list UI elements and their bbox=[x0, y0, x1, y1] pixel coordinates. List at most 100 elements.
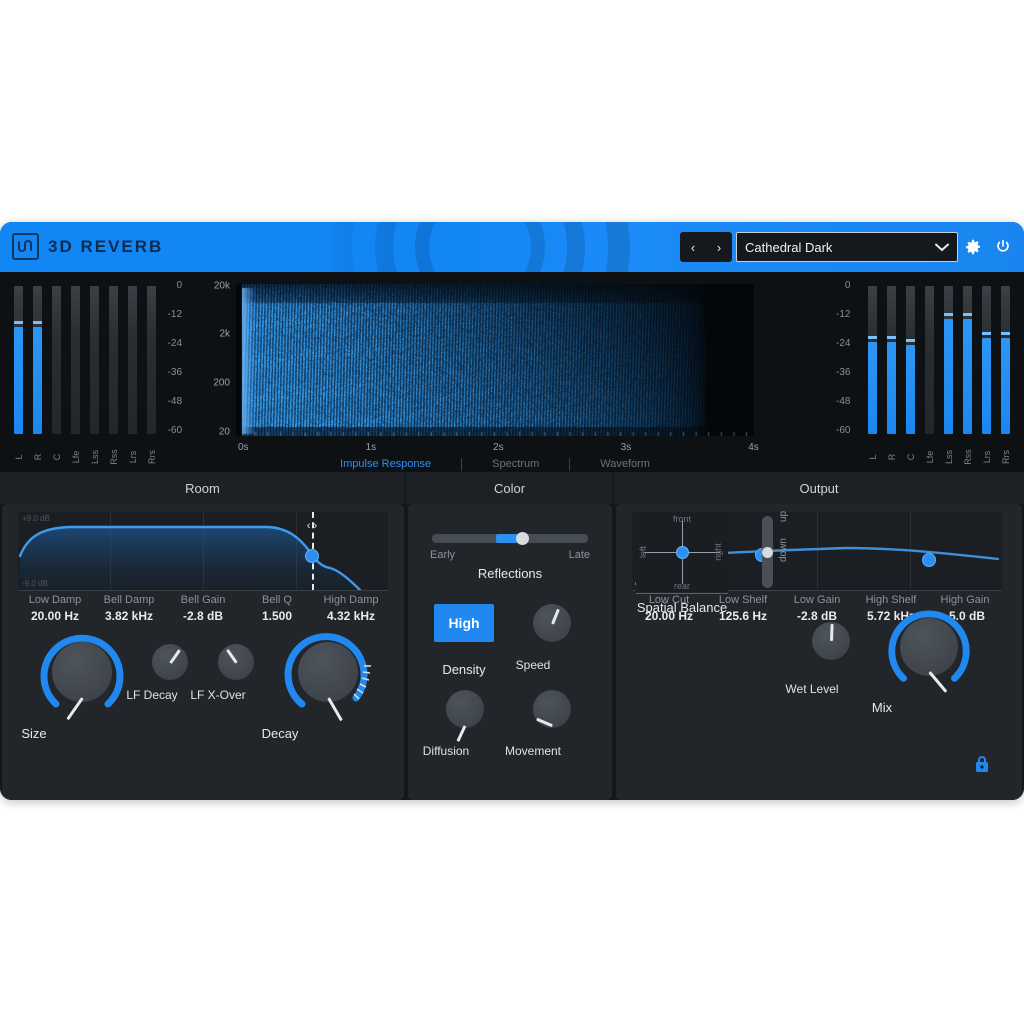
meter-channel-label: Rrs bbox=[1000, 450, 1011, 464]
db-tick-label: -36 bbox=[167, 367, 182, 378]
meter-channel-label: Lss bbox=[943, 449, 954, 465]
mix-knob-dial[interactable] bbox=[900, 618, 958, 676]
db-tick-label: -12 bbox=[836, 309, 851, 320]
db-tick-label: -60 bbox=[167, 425, 182, 436]
decay-knob-dial[interactable] bbox=[298, 642, 358, 702]
db-tick-label: -36 bbox=[836, 367, 851, 378]
knob-label-movement: Movement bbox=[504, 744, 562, 758]
meter-peak-indicator bbox=[906, 339, 915, 343]
input-meters: L R C Lfe Lss Rss Lrs Rrs 0 -12 -24 -36 -48 -60 bbox=[0, 272, 200, 472]
room-eq-arrows[interactable]: ‹ › bbox=[307, 520, 317, 532]
eq-param[interactable]: Bell Gain -2.8 dB bbox=[166, 594, 240, 623]
preset-prev-button[interactable]: ‹ bbox=[680, 232, 706, 262]
eq-param[interactable]: High Damp 4.32 kHz bbox=[314, 594, 388, 623]
height-slider-thumb[interactable] bbox=[762, 547, 773, 558]
density-label: Density bbox=[442, 662, 486, 677]
meter-bar: Lrs bbox=[128, 286, 138, 463]
impulse-response-display[interactable]: 20k 2k 200 20 0s 1s 2s 3s 4s Impulse Response Sp… bbox=[200, 272, 824, 472]
meter-bar-fill bbox=[868, 342, 877, 434]
tab-waveform[interactable]: Waveform bbox=[570, 458, 680, 470]
meter-bar-track bbox=[128, 286, 137, 434]
preset-next-button[interactable]: › bbox=[706, 232, 732, 262]
spatial-balance-dot[interactable] bbox=[675, 545, 689, 559]
spatial-balance-label: Spatial Balance bbox=[636, 600, 728, 615]
eq-param-name: High Damp bbox=[323, 594, 379, 606]
height-up-label: up bbox=[778, 510, 789, 522]
eq-param-value[interactable]: -2.8 dB bbox=[780, 609, 854, 623]
spectrogram-plot bbox=[236, 284, 754, 436]
eq-param-value[interactable]: 4.32 kHz bbox=[314, 609, 388, 623]
meter-channel-label: Lfe bbox=[924, 450, 935, 464]
meter-bar-fill bbox=[982, 337, 991, 434]
chevron-down-icon bbox=[935, 240, 949, 255]
knob-label-speed: Speed bbox=[515, 658, 551, 672]
eq-param-name: Low Gain bbox=[793, 594, 841, 606]
meter-bar: R bbox=[33, 286, 43, 460]
meter-bar-fill bbox=[963, 318, 972, 434]
meter-channel-label: L bbox=[13, 454, 24, 460]
frequency-axis: 20k 2k 200 20 bbox=[200, 281, 234, 438]
room-eq-params: Low Damp 20.00 Hz Bell Damp 3.82 kHz Bell Ga… bbox=[18, 594, 388, 623]
db-tick-label: -48 bbox=[836, 396, 851, 407]
power-icon[interactable] bbox=[988, 232, 1018, 262]
size-knob-dial[interactable] bbox=[52, 642, 112, 702]
meter-peak-indicator bbox=[868, 336, 877, 340]
eq-param-value[interactable]: 3.82 kHz bbox=[92, 609, 166, 623]
tab-spectrum[interactable]: Spectrum bbox=[462, 458, 569, 470]
spatial-balance-pad[interactable]: front rear left right bbox=[636, 512, 728, 592]
header-ring-decoration bbox=[415, 222, 545, 272]
spatial-front-label: front bbox=[672, 514, 692, 524]
output-panel: ‹ › +18.0 dB -18.0 dB Low Cut20.00 HzLow… bbox=[616, 504, 1022, 800]
gear-icon[interactable] bbox=[958, 232, 988, 262]
db-tick-label: 0 bbox=[844, 280, 851, 291]
tab-impulse-response[interactable]: Impulse Response bbox=[310, 458, 461, 470]
eq-param-value[interactable]: 1.500 bbox=[240, 609, 314, 623]
preset-select[interactable]: Cathedral Dark bbox=[736, 232, 958, 262]
movement-knob-dial[interactable] bbox=[533, 690, 571, 728]
room-eq-curve bbox=[18, 525, 362, 590]
meter-channel-label: R bbox=[886, 453, 897, 461]
plugin-window: 3D REVERB ‹ › Cathedral Dark L R C Lfe L… bbox=[0, 222, 1024, 800]
knob-label-wet-level: Wet Level bbox=[785, 682, 839, 696]
frequency-tick-label: 20 bbox=[218, 426, 230, 438]
eq-param-value[interactable]: -2.8 dB bbox=[166, 609, 240, 623]
meter-bar-track bbox=[147, 286, 156, 434]
meter-bar: Lrs bbox=[982, 286, 992, 463]
spatial-left-label: left bbox=[638, 545, 649, 559]
meter-bar-fill bbox=[1001, 337, 1010, 434]
eq-param[interactable]: Bell Q 1.500 bbox=[240, 594, 314, 623]
meter-bar-track bbox=[52, 286, 61, 434]
db-tick-label: -24 bbox=[836, 338, 851, 349]
lock-icon[interactable] bbox=[974, 755, 990, 778]
meter-peak-indicator bbox=[887, 336, 896, 340]
room-eq-handle[interactable] bbox=[305, 549, 319, 563]
eq-param-value[interactable]: 20.00 Hz bbox=[18, 609, 92, 623]
time-tick-label: 1s bbox=[365, 442, 377, 453]
reflections-slider-thumb[interactable] bbox=[516, 532, 529, 545]
input-meter-bars: L R C Lfe Lss Rss Lrs Rrs bbox=[14, 286, 157, 465]
meter-bar-fill bbox=[944, 318, 953, 434]
eq-param[interactable]: Low Damp 20.00 Hz bbox=[18, 594, 92, 623]
time-tick-label: 3s bbox=[620, 442, 632, 453]
db-tick-label: -12 bbox=[167, 309, 182, 320]
knob-label-mix: Mix bbox=[871, 700, 893, 715]
reflections-min-label: Early bbox=[430, 549, 456, 561]
reflections-slider[interactable] bbox=[432, 532, 588, 545]
meter-peak-indicator bbox=[33, 321, 42, 325]
control-panels: ‹ › +9.0 dB -9.0 dB Low Damp 20.00 Hz Bell… bbox=[0, 504, 1024, 800]
preset-bar: ‹ › Cathedral Dark bbox=[680, 229, 1018, 265]
frequency-tick-label: 2k bbox=[219, 328, 230, 340]
meter-bar: R bbox=[887, 286, 897, 460]
density-button[interactable]: High bbox=[434, 604, 494, 642]
high-shelf-handle[interactable] bbox=[922, 553, 936, 567]
height-down-label: down bbox=[778, 538, 789, 562]
eq-param[interactable]: Bell Damp 3.82 kHz bbox=[92, 594, 166, 623]
time-tick-label: 4s bbox=[748, 442, 759, 453]
meter-bar: Rrs bbox=[147, 286, 157, 464]
meter-peak-indicator bbox=[1001, 331, 1010, 335]
room-eq-db-bottom: -9.0 dB bbox=[22, 579, 48, 588]
meter-channel-label: Rss bbox=[962, 449, 973, 465]
room-eq-graph[interactable]: ‹ › +9.0 dB -9.0 dB bbox=[18, 512, 388, 590]
eq-param[interactable]: Low Gain -2.8 dB bbox=[780, 594, 854, 623]
diffusion-knob-dial[interactable] bbox=[446, 690, 484, 728]
